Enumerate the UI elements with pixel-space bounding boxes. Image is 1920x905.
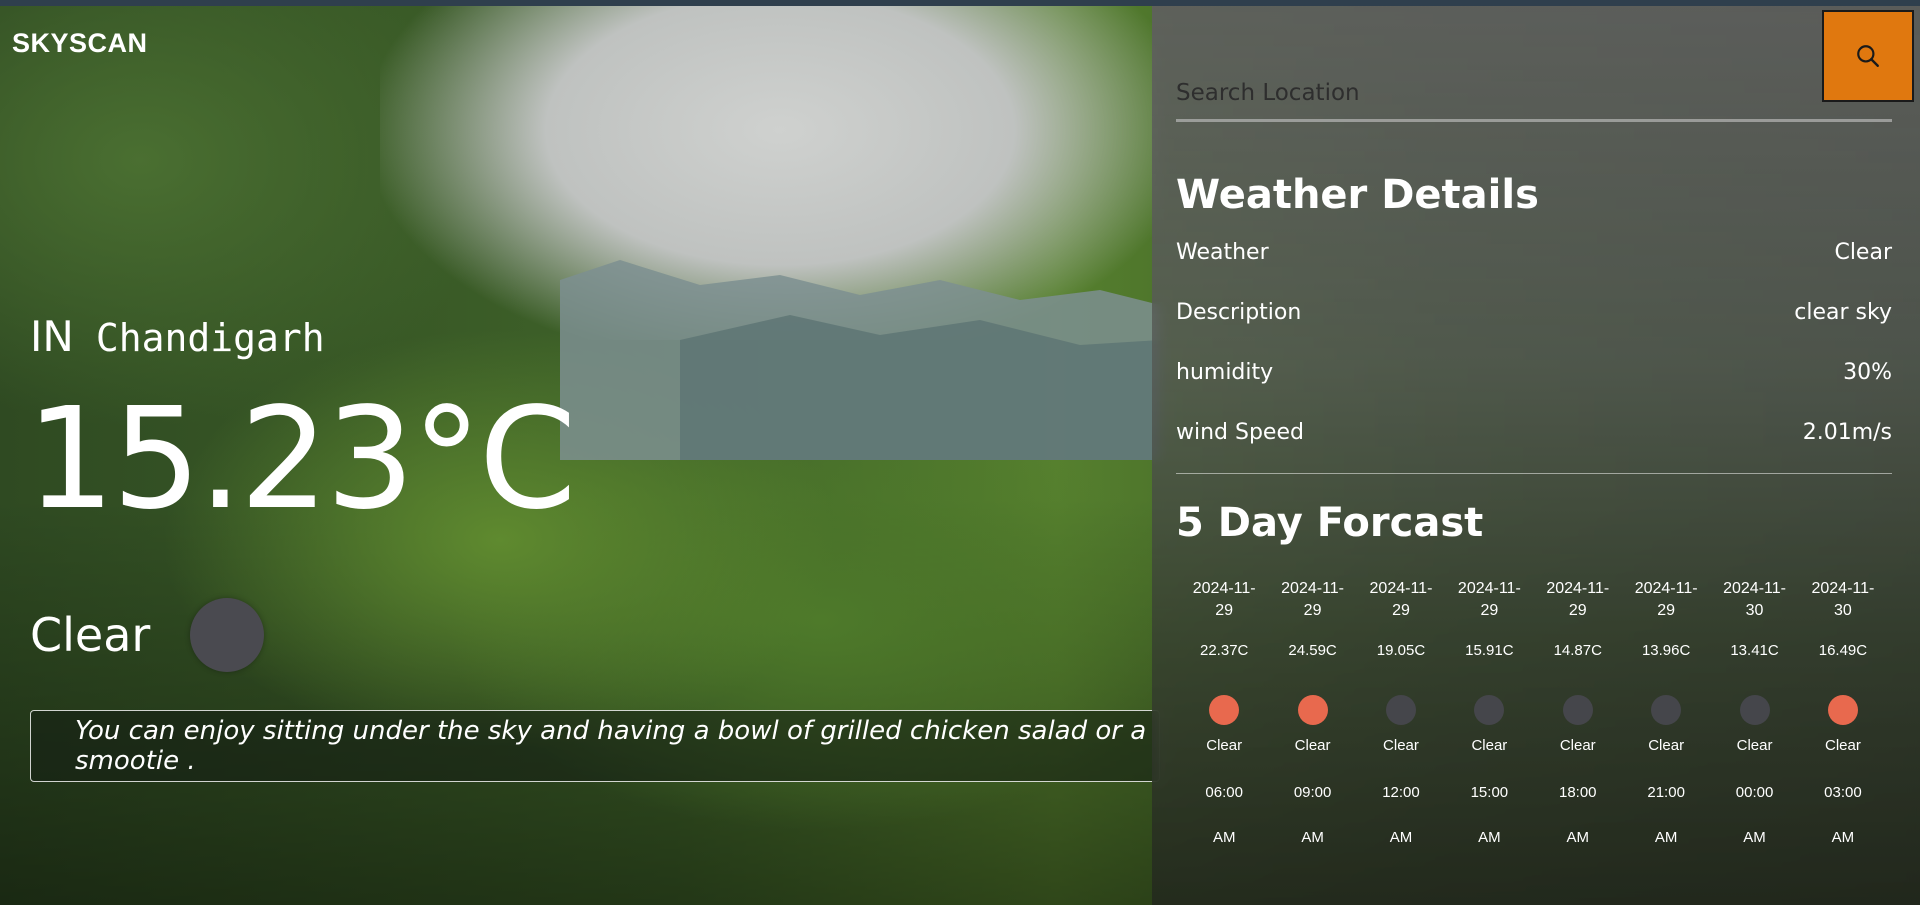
forecast-weather-icon — [1209, 695, 1240, 725]
forecast-desc: Clear — [1383, 737, 1419, 754]
forecast-title: 5 Day Forcast — [1176, 500, 1484, 546]
forecast-desc: Clear — [1294, 737, 1331, 754]
current-temperature: 15.23°C — [26, 378, 577, 541]
condition-label: Clear — [30, 608, 151, 662]
current-location: IN Chandigarh — [30, 312, 325, 361]
forecast-item: 2024-11-30 16.49C Clear 03:00 AM — [1799, 578, 1887, 846]
detail-row-description: Description clear sky — [1176, 300, 1892, 325]
forecast-temp: 24.59C — [1288, 642, 1337, 659]
forecast-date: 2024-11-29 — [1546, 580, 1610, 619]
detail-value: clear sky — [1794, 300, 1892, 325]
detail-row-wind-speed: wind Speed 2.01m/s — [1176, 420, 1892, 445]
forecast-date: 2024-11-29 — [1457, 580, 1521, 619]
forecast-time: 06:00 — [1205, 784, 1243, 801]
forecast-desc: Clear — [1648, 737, 1685, 754]
background-mountains — [560, 260, 1160, 460]
forecast-weather-icon — [1827, 695, 1858, 725]
forecast-time: 03:00 — [1824, 784, 1862, 801]
search-icon — [1857, 45, 1879, 67]
detail-label: Description — [1176, 300, 1302, 325]
forecast-time: 12:00 — [1382, 784, 1420, 801]
country-code: IN — [30, 312, 74, 361]
forecast-desc: Clear — [1825, 737, 1861, 754]
forecast-ampm: AM — [1389, 829, 1413, 846]
forecast-item: 2024-11-29 22.37C Clear 06:00 AM — [1180, 578, 1268, 846]
detail-label: humidity — [1176, 360, 1274, 385]
search-input[interactable] — [1176, 66, 1892, 122]
forecast-ampm: AM — [1212, 829, 1236, 846]
forecast-ampm: AM — [1478, 829, 1501, 846]
suggestion-box: You can enjoy sitting under the sky and … — [30, 710, 1160, 782]
detail-label: wind Speed — [1176, 420, 1304, 445]
section-divider — [1176, 473, 1892, 474]
forecast-date: 2024-11-29 — [1192, 580, 1256, 619]
detail-value: Clear — [1834, 240, 1892, 265]
search-bar — [1176, 66, 1892, 122]
detail-row-humidity: humidity 30% — [1176, 360, 1892, 385]
current-condition: Clear — [30, 598, 265, 672]
forecast-temp: 13.96C — [1641, 642, 1691, 659]
forecast-weather-icon — [1739, 695, 1770, 725]
forecast-item: 2024-11-29 19.05C Clear 12:00 AM — [1357, 578, 1445, 846]
forecast-date: 2024-11-30 — [1723, 580, 1786, 619]
weather-condition-icon — [190, 598, 265, 672]
brand-logo[interactable]: SKYSCAN — [12, 28, 148, 59]
forecast-temp: 15.91C — [1465, 642, 1514, 659]
suggestion-text: You can enjoy sitting under the sky and … — [75, 716, 1147, 776]
weather-details-title: Weather Details — [1176, 172, 1539, 218]
detail-label: Weather — [1176, 240, 1269, 265]
forecast-desc: Clear — [1559, 737, 1596, 754]
forecast-temp: 19.05C — [1376, 642, 1426, 659]
forecast-time: 18:00 — [1558, 784, 1597, 801]
forecast-weather-icon — [1474, 695, 1505, 725]
forecast-temp: 22.37C — [1200, 642, 1249, 659]
forecast-ampm: AM — [1301, 829, 1324, 846]
forecast-weather-icon — [1562, 695, 1593, 725]
forecast-ampm: AM — [1743, 829, 1766, 846]
forecast-weather-icon — [1297, 695, 1328, 725]
detail-value: 30% — [1843, 360, 1892, 385]
forecast-ampm: AM — [1566, 829, 1590, 846]
forecast-date: 2024-11-30 — [1811, 580, 1875, 619]
forecast-date: 2024-11-29 — [1369, 580, 1433, 619]
forecast-temp: 14.87C — [1553, 642, 1602, 659]
city-name: Chandigarh — [95, 316, 325, 360]
forecast-item: 2024-11-29 24.59C Clear 09:00 AM — [1268, 578, 1356, 846]
forecast-ampm: AM — [1654, 829, 1678, 846]
forecast-desc: Clear — [1206, 737, 1243, 754]
forecast-item: 2024-11-30 13.41C Clear 00:00 AM — [1710, 578, 1798, 846]
forecast-desc: Clear — [1471, 737, 1508, 754]
forecast-weather-icon — [1651, 695, 1682, 725]
forecast-time: 21:00 — [1647, 784, 1685, 801]
detail-row-weather: Weather Clear — [1176, 240, 1892, 265]
forecast-weather-icon — [1385, 695, 1416, 725]
forecast-ampm: AM — [1831, 829, 1855, 846]
forecast-desc: Clear — [1736, 737, 1773, 754]
forecast-time: 09:00 — [1293, 784, 1332, 801]
forecast-time: 15:00 — [1470, 784, 1509, 801]
forecast-date: 2024-11-29 — [1281, 580, 1344, 619]
forecast-list: 2024-11-29 22.37C Clear 06:00 AM 2024-11… — [1180, 578, 1887, 846]
forecast-item: 2024-11-29 13.96C Clear 21:00 AM — [1622, 578, 1710, 846]
forecast-item: 2024-11-29 15.91C Clear 15:00 AM — [1445, 578, 1533, 846]
forecast-item: 2024-11-29 14.87C Clear 18:00 AM — [1534, 578, 1622, 846]
forecast-temp: 13.41C — [1730, 642, 1779, 659]
forecast-temp: 16.49C — [1818, 642, 1868, 659]
search-button[interactable] — [1822, 10, 1914, 102]
detail-value: 2.01m/s — [1802, 420, 1892, 445]
forecast-date: 2024-11-29 — [1634, 580, 1698, 619]
forecast-time: 00:00 — [1735, 784, 1774, 801]
